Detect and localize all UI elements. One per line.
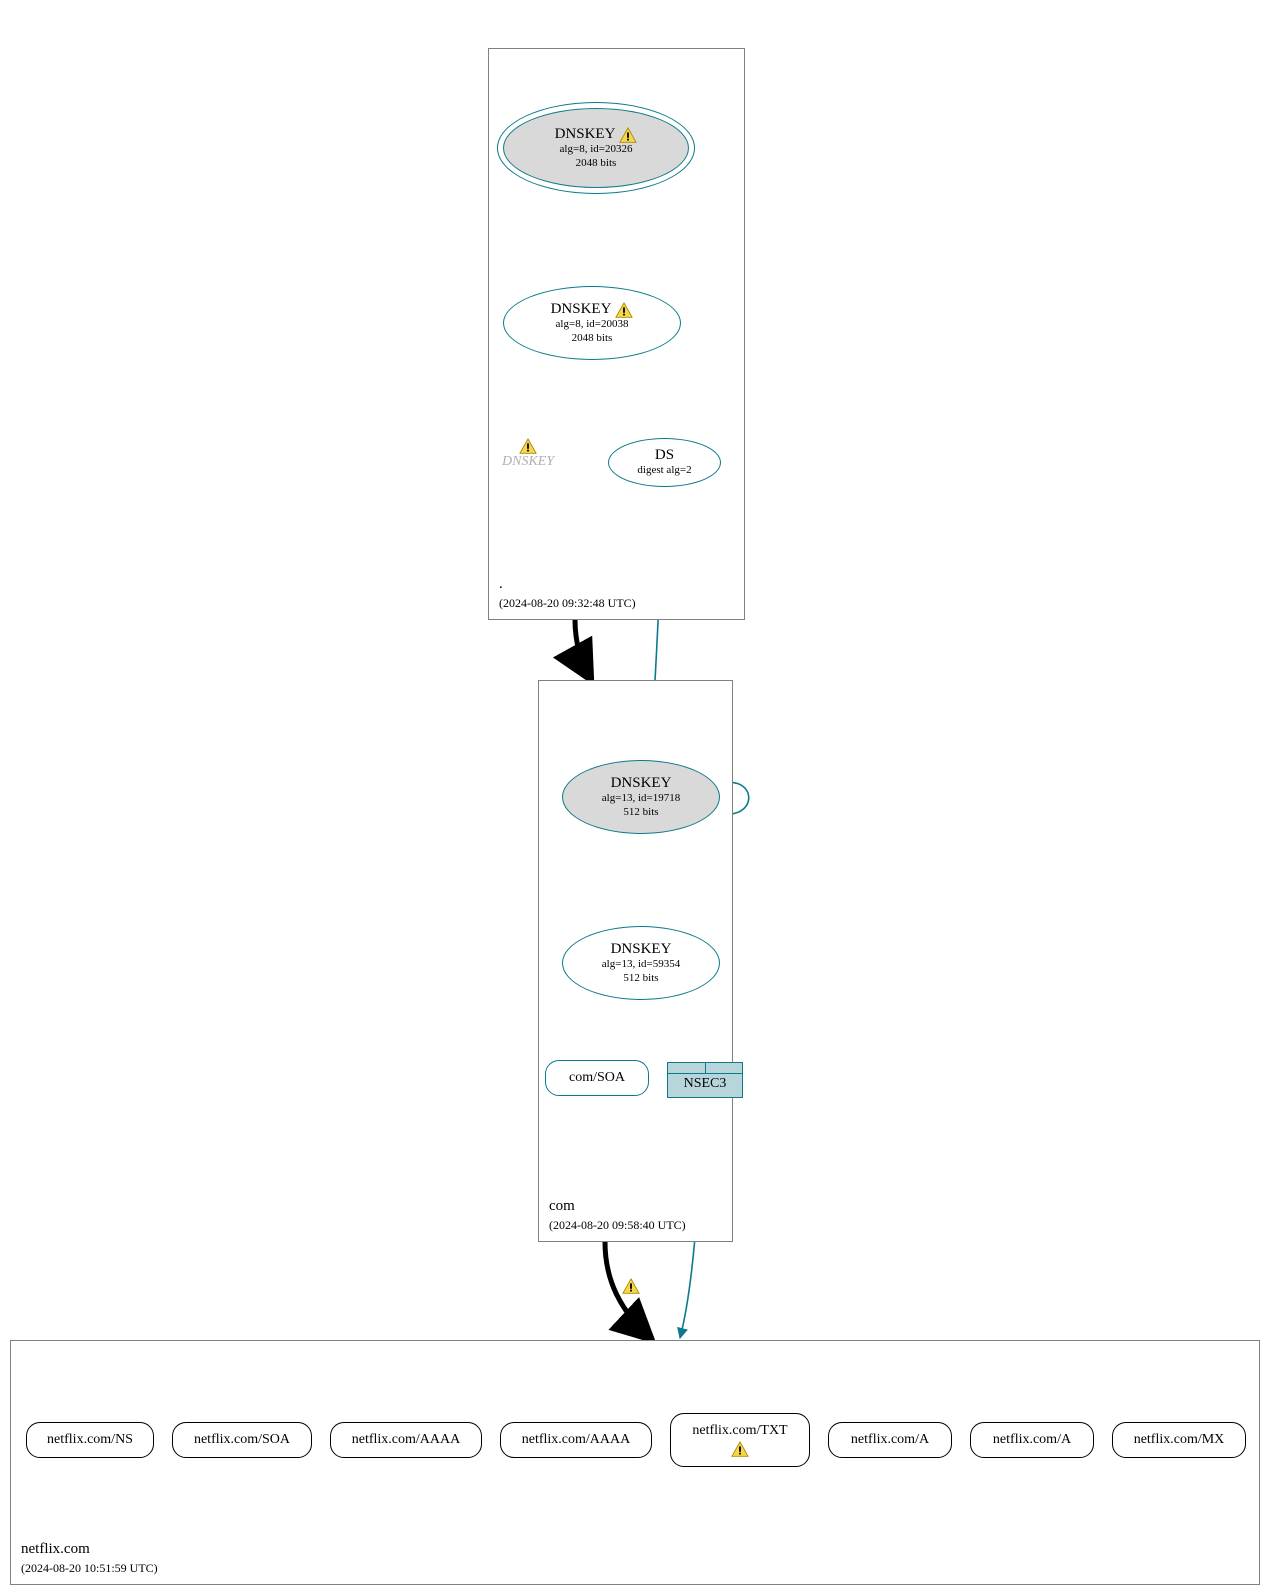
com-ksk-line1: alg=13, id=19718	[602, 792, 680, 805]
zone-root-name: .	[499, 576, 503, 593]
com-zsk-title: DNSKEY	[611, 941, 672, 958]
netflix-a-2-label: netflix.com/A	[993, 1432, 1071, 1448]
node-com-soa[interactable]: com/SOA	[545, 1060, 649, 1096]
root-zsk-line2: 2048 bits	[572, 332, 613, 345]
zone-root-timestamp: (2024-08-20 09:32:48 UTC)	[499, 596, 636, 611]
netflix-aaaa-1-label: netflix.com/AAAA	[352, 1432, 460, 1448]
zone-leaf: netflix.com (2024-08-20 10:51:59 UTC)	[10, 1340, 1260, 1585]
node-ghost-dnskey[interactable]: DNSKEY	[502, 438, 554, 470]
node-netflix-aaaa-2[interactable]: netflix.com/AAAA	[500, 1422, 652, 1458]
netflix-ns-label: netflix.com/NS	[47, 1432, 133, 1448]
com-zsk-line1: alg=13, id=59354	[602, 958, 680, 971]
node-netflix-a-2[interactable]: netflix.com/A	[970, 1422, 1094, 1458]
node-com-zsk[interactable]: DNSKEY alg=13, id=59354 512 bits	[562, 926, 720, 1000]
zone-leaf-name: netflix.com	[21, 1541, 90, 1558]
warning-icon	[622, 1278, 640, 1294]
root-ksk-title: DNSKEY	[555, 126, 616, 143]
node-com-ksk[interactable]: DNSKEY alg=13, id=19718 512 bits	[562, 760, 720, 834]
node-netflix-mx[interactable]: netflix.com/MX	[1112, 1422, 1246, 1458]
root-zsk-line1: alg=8, id=20038	[556, 318, 629, 331]
netflix-soa-label: netflix.com/SOA	[194, 1432, 290, 1448]
ds-title: DS	[655, 447, 674, 464]
warning-icon	[619, 127, 637, 143]
netflix-mx-label: netflix.com/MX	[1134, 1432, 1225, 1448]
node-ds[interactable]: DS digest alg=2	[608, 438, 721, 487]
com-ksk-title: DNSKEY	[611, 775, 672, 792]
node-netflix-txt[interactable]: netflix.com/TXT	[670, 1413, 810, 1467]
node-root-zsk[interactable]: DNSKEY alg=8, id=20038 2048 bits	[503, 286, 681, 360]
ds-line1: digest alg=2	[637, 464, 691, 477]
edge-root-to-com-delegation	[575, 620, 590, 678]
netflix-a-1-label: netflix.com/A	[851, 1432, 929, 1448]
root-zsk-title: DNSKEY	[551, 301, 612, 318]
node-root-ksk[interactable]: DNSKEY alg=8, id=20326 2048 bits	[503, 108, 689, 188]
root-ksk-line2: 2048 bits	[576, 157, 617, 170]
node-netflix-ns[interactable]: netflix.com/NS	[26, 1422, 154, 1458]
com-soa-title: com/SOA	[569, 1070, 625, 1086]
node-nsec3[interactable]: NSEC3	[667, 1062, 743, 1098]
warning-icon	[731, 1441, 749, 1457]
zone-leaf-timestamp: (2024-08-20 10:51:59 UTC)	[21, 1561, 158, 1576]
zone-com-name: com	[549, 1198, 575, 1215]
warning-icon	[615, 302, 633, 318]
dnssec-graph-canvas: . (2024-08-20 09:32:48 UTC) DNSKEY alg=8…	[0, 0, 1269, 1595]
ghost-dnskey-label: DNSKEY	[502, 454, 554, 470]
com-zsk-line2: 512 bits	[623, 972, 658, 985]
netflix-txt-label: netflix.com/TXT	[692, 1423, 787, 1439]
warning-icon	[519, 438, 537, 454]
root-ksk-line1: alg=8, id=20326	[560, 143, 633, 156]
netflix-aaaa-2-label: netflix.com/AAAA	[522, 1432, 630, 1448]
node-netflix-a-1[interactable]: netflix.com/A	[828, 1422, 952, 1458]
delegation-warning-icon	[622, 1278, 640, 1299]
nsec3-title: NSEC3	[668, 1074, 742, 1094]
com-ksk-line2: 512 bits	[623, 806, 658, 819]
zone-com-timestamp: (2024-08-20 09:58:40 UTC)	[549, 1218, 686, 1233]
node-netflix-aaaa-1[interactable]: netflix.com/AAAA	[330, 1422, 482, 1458]
node-netflix-soa[interactable]: netflix.com/SOA	[172, 1422, 312, 1458]
